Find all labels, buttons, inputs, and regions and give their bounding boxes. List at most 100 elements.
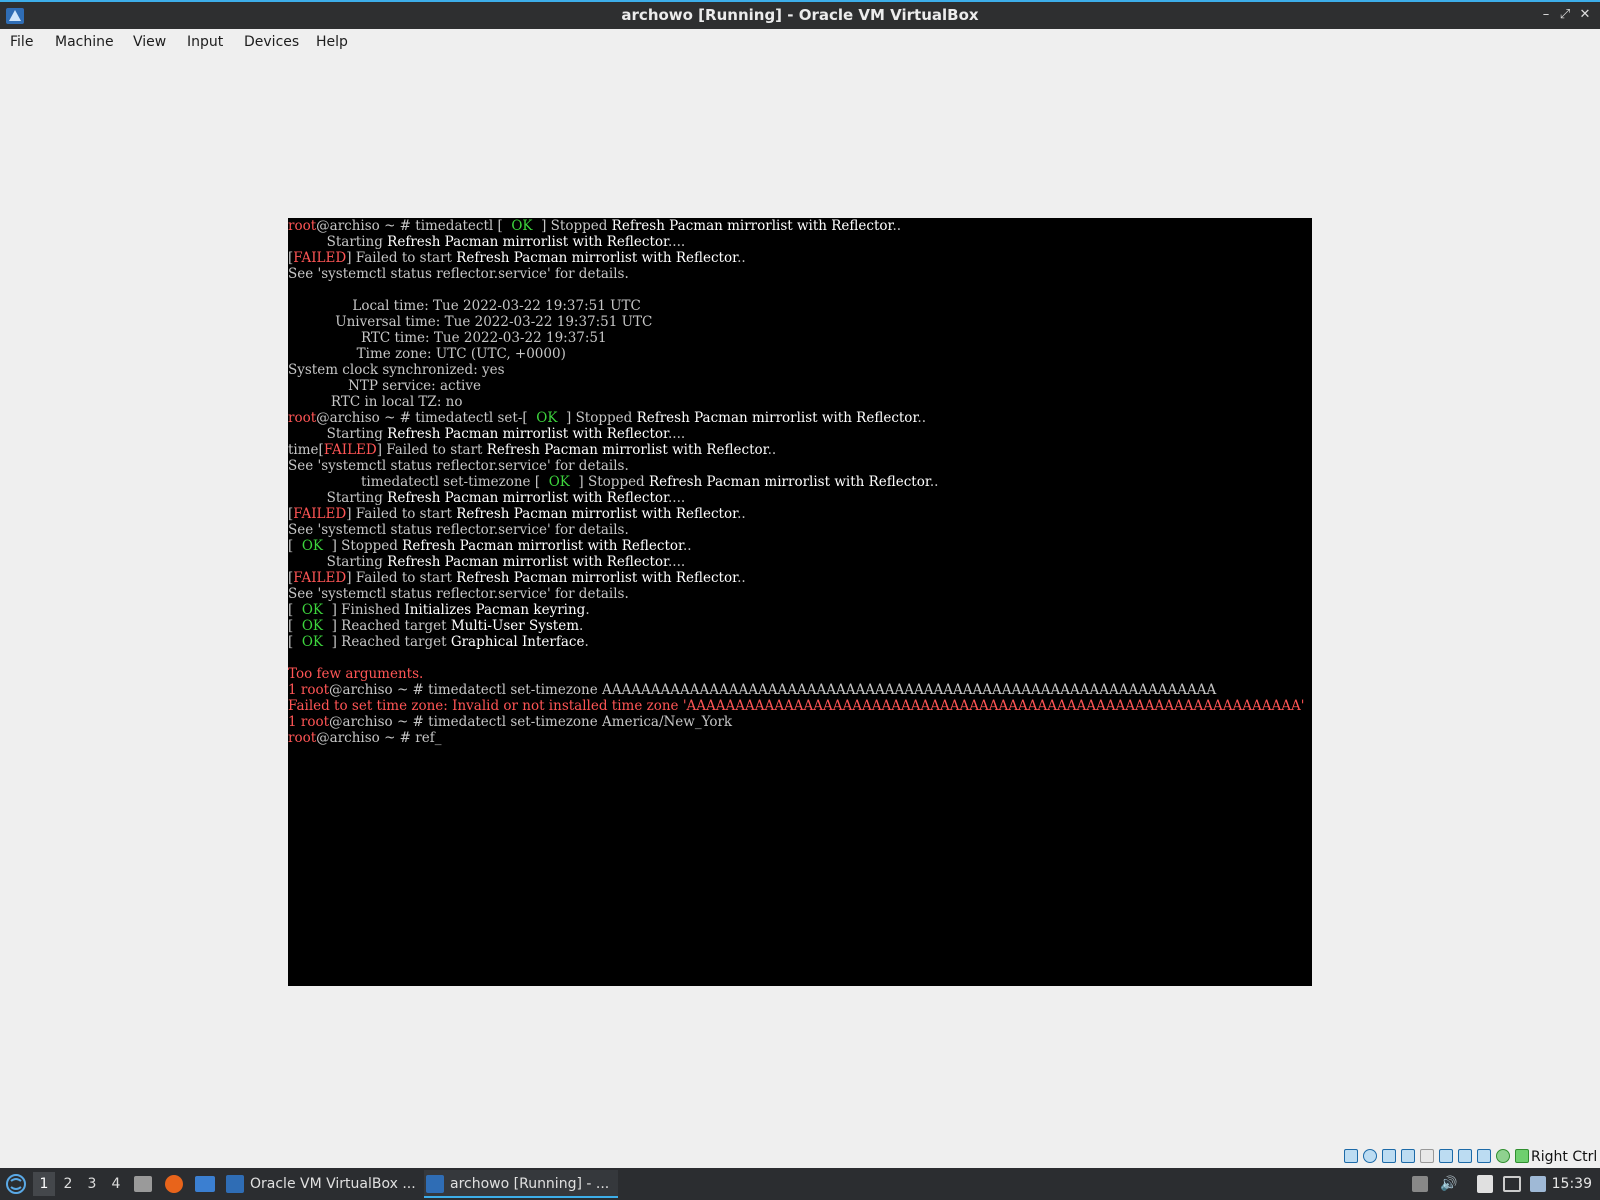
vm-statusbar (0, 1146, 1600, 1168)
terminal-text: .. (892, 218, 902, 234)
host-key-label[interactable]: Right Ctrl (1531, 1149, 1597, 1165)
terminal-text: Refresh Pacman mirrorlist with Reflector (636, 410, 918, 426)
minimize-icon[interactable]: – (1538, 6, 1554, 24)
terminal-text: Refresh Pacman mirrorlist with Reflector (456, 250, 738, 266)
terminal-line: [ OK ] Finished Initializes Pacman keyri… (288, 602, 1312, 618)
terminal-text: ] Finished (323, 602, 405, 618)
task-virtualbox-manager[interactable]: Oracle VM VirtualBox ... (224, 1170, 418, 1198)
terminal-console[interactable]: root@archiso ~ # timedatectl [ OK ] Stop… (288, 218, 1312, 746)
terminal-text: ] Failed to start (346, 506, 457, 522)
terminal-text: Refresh Pacman mirrorlist with Reflector (649, 474, 930, 490)
mouse-integration-icon[interactable] (1515, 1149, 1529, 1163)
terminal-text: .... (668, 426, 686, 442)
terminal-line: System clock synchronized: yes (288, 362, 1312, 378)
terminal-text: ] Stopped (532, 218, 612, 234)
task-label: Oracle VM VirtualBox ... (250, 1176, 416, 1192)
tray-up-arrow-icon[interactable] (1412, 1176, 1428, 1192)
terminal-line: root@archiso ~ # timedatectl set-[ OK ] … (288, 410, 1312, 426)
hard-disk-icon[interactable] (1344, 1149, 1358, 1163)
workspace-3[interactable]: 3 (81, 1172, 103, 1196)
terminal-text: [ (288, 602, 302, 618)
menu-machine[interactable]: Machine (55, 34, 114, 50)
network-monitor-icon[interactable] (1503, 1176, 1521, 1192)
usb-icon[interactable] (1382, 1149, 1396, 1163)
terminal-line: [ OK ] Reached target Graphical Interfac… (288, 634, 1312, 650)
terminal-text: @archiso ~ # timedatectl set-timezone Am… (329, 714, 733, 730)
start-menu-icon[interactable] (5, 1173, 27, 1195)
firefox-icon[interactable] (165, 1175, 183, 1193)
recording-icon[interactable] (1458, 1149, 1472, 1163)
terminal-text: @archiso ~ # timedatectl [ (316, 218, 512, 234)
terminal-text: [ (288, 634, 302, 650)
workspace-4[interactable]: 4 (105, 1172, 127, 1196)
optical-drive-icon[interactable] (1363, 1149, 1377, 1163)
clipboard-icon[interactable] (1477, 1175, 1493, 1193)
clock[interactable]: 15:39 (1552, 1168, 1592, 1200)
show-desktop-icon[interactable] (195, 1176, 215, 1192)
vm-display[interactable]: root@archiso ~ # timedatectl [ OK ] Stop… (288, 218, 1312, 986)
terminal-text: FAILED (293, 506, 347, 522)
terminal-text: . (584, 634, 589, 650)
terminal-text: OK (536, 410, 558, 426)
guest-additions-icon[interactable] (1496, 1149, 1510, 1163)
terminal-text: See 'systemctl status reflector.service'… (288, 586, 629, 602)
display-icon[interactable] (1420, 1149, 1434, 1163)
terminal-text: See 'systemctl status reflector.service'… (288, 522, 629, 538)
terminal-text: OK (548, 474, 570, 490)
menu-view[interactable]: View (133, 34, 166, 50)
terminal-line: 1 root@archiso ~ # timedatectl set-timez… (288, 714, 1312, 730)
terminal-text: OK (511, 218, 533, 234)
menu-devices[interactable]: Devices (244, 34, 299, 50)
terminal-text: [ (288, 538, 302, 554)
terminal-line: 1 root@archiso ~ # timedatectl set-timez… (288, 682, 1312, 698)
terminal-text: .... (668, 554, 686, 570)
cpu-icon[interactable] (1477, 1149, 1491, 1163)
workspace-2[interactable]: 2 (57, 1172, 79, 1196)
terminal-text: Too few arguments. (288, 666, 424, 682)
terminal-text: @archiso ~ # timedatectl set-timezone AA… (329, 682, 1217, 698)
terminal-text: FAILED (293, 570, 347, 586)
shared-folder-icon[interactable] (1401, 1149, 1415, 1163)
terminal-text: Refresh Pacman mirrorlist with Reflector (387, 234, 669, 250)
window-title: archowo [Running] - Oracle VM VirtualBox (621, 6, 979, 24)
window-titlebar[interactable]: archowo [Running] - Oracle VM VirtualBox… (0, 0, 1600, 29)
terminal-text: FAILED (323, 442, 377, 458)
terminal-line: See 'systemctl status reflector.service'… (288, 522, 1312, 538)
workspace-1[interactable]: 1 (33, 1172, 55, 1196)
terminal-text: .. (683, 538, 692, 554)
terminal-text: Refresh Pacman mirrorlist with Reflector (387, 426, 669, 442)
terminal-text: NTP service: active (288, 378, 481, 394)
maximize-icon[interactable]: ⤢ (1557, 6, 1573, 24)
terminal-text: 1 root (288, 682, 330, 698)
terminal-text: .. (767, 442, 777, 458)
terminal-text: ] Reached target (323, 618, 451, 634)
terminal-text: Graphical Interface (450, 634, 585, 650)
terminal-text: . (579, 618, 584, 634)
terminal-text: Initializes Pacman keyring (404, 602, 586, 618)
terminal-line: See 'systemctl status reflector.service'… (288, 458, 1312, 474)
menu-input[interactable]: Input (187, 34, 223, 50)
terminal-line: Too few arguments. (288, 666, 1312, 682)
terminal-line: RTC in local TZ: no (288, 394, 1312, 410)
terminal-text: [ (288, 618, 302, 634)
menu-file[interactable]: File (10, 34, 33, 50)
terminal-line: Failed to set time zone: Invalid or not … (288, 698, 1312, 714)
terminal-text: .... (668, 490, 686, 506)
terminal-text: .. (737, 570, 746, 586)
volume-icon[interactable]: 🔊 (1440, 1176, 1458, 1192)
file-manager-icon[interactable] (134, 1176, 152, 1192)
menu-help[interactable]: Help (316, 34, 348, 50)
close-icon[interactable]: ✕ (1577, 6, 1593, 24)
terminal-text: Starting (288, 234, 388, 250)
terminal-line: [ OK ] Reached target Multi-User System. (288, 618, 1312, 634)
terminal-text: Refresh Pacman mirrorlist with Reflector (456, 506, 738, 522)
terminal-text: ] Stopped (569, 474, 649, 490)
network-icon[interactable] (1439, 1149, 1453, 1163)
terminal-text: ] Failed to start (376, 442, 487, 458)
task-archowo-vm[interactable]: archowo [Running] - ... (424, 1170, 618, 1198)
terminal-line: Local time: Tue 2022-03-22 19:37:51 UTC (288, 298, 1312, 314)
notification-icon[interactable] (1530, 1176, 1546, 1192)
terminal-line: Starting Refresh Pacman mirrorlist with … (288, 426, 1312, 442)
terminal-text: .. (737, 506, 746, 522)
